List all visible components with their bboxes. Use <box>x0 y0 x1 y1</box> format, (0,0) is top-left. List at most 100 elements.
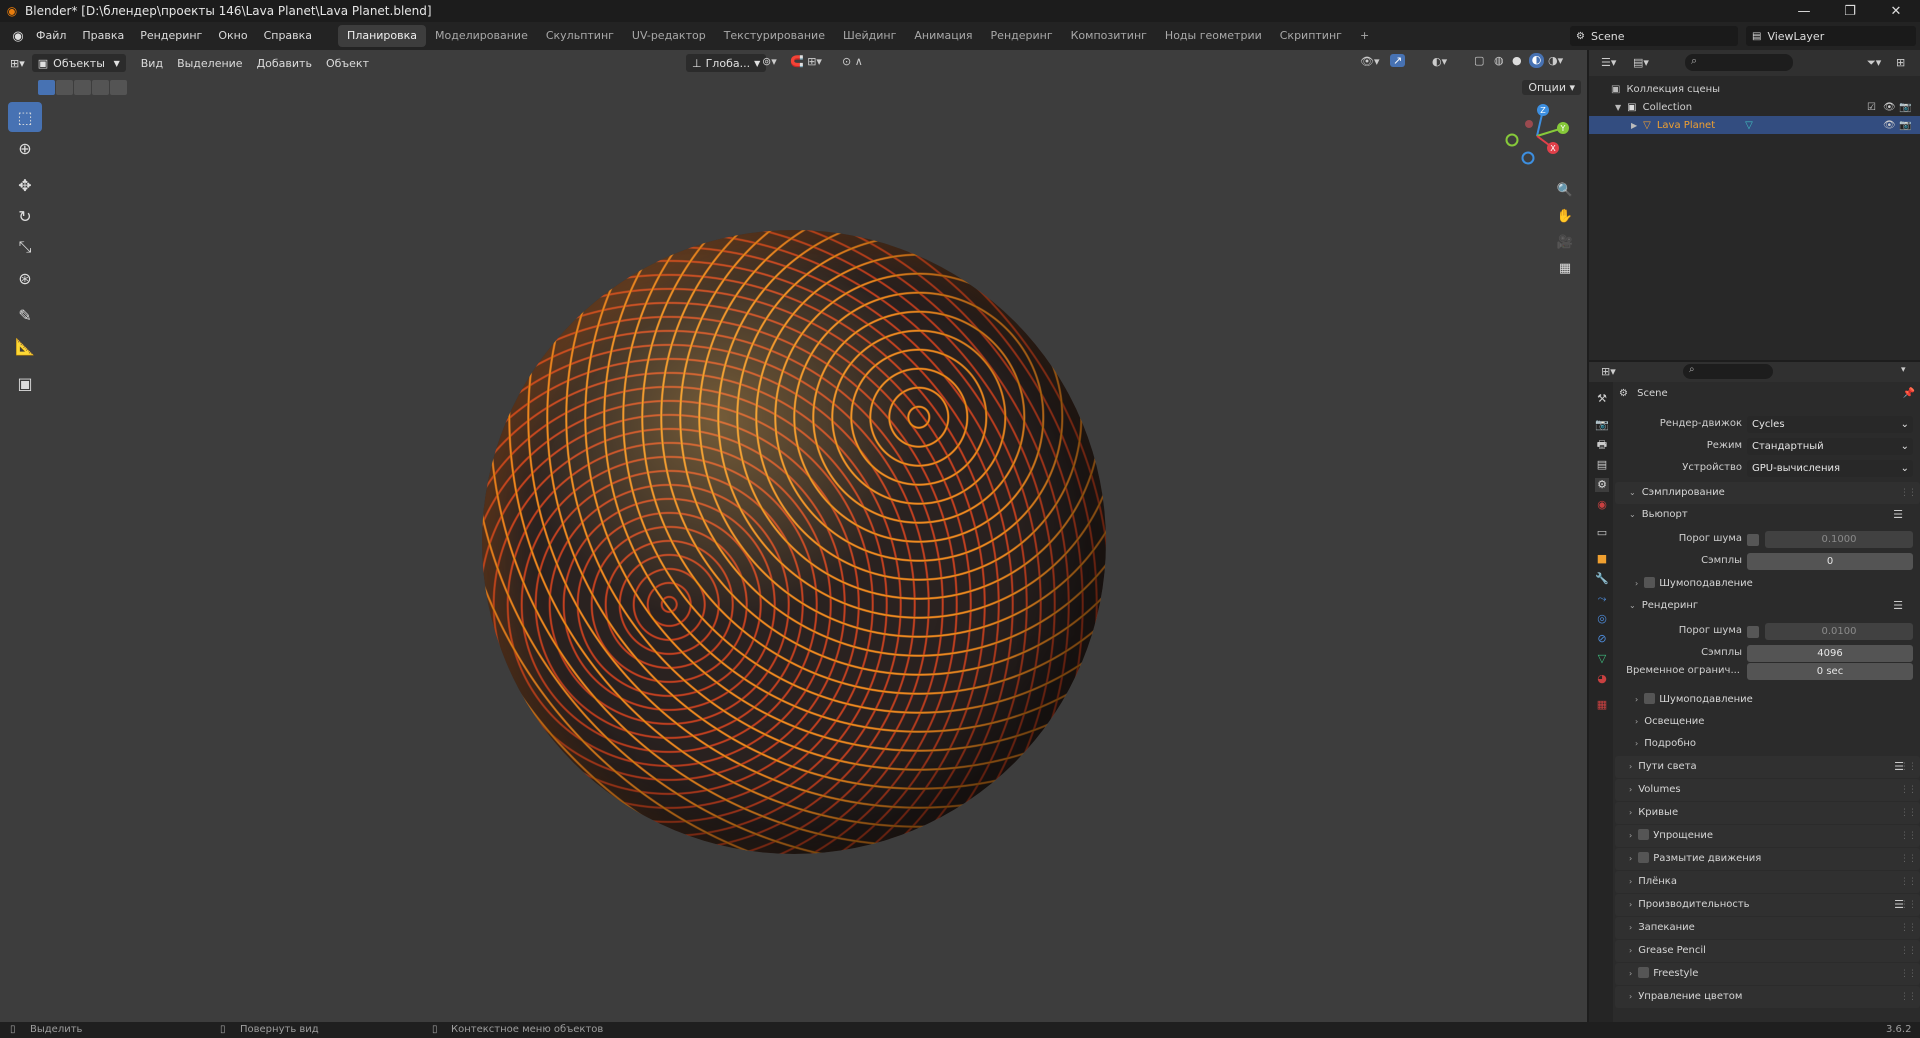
rendered-shading-icon[interactable]: ◑▾ <box>1548 54 1563 67</box>
pan-hand-icon[interactable]: ✋ <box>1553 204 1577 228</box>
tab-animation[interactable]: Анимация <box>905 25 981 47</box>
expand-arrow-icon[interactable]: ▼ <box>1615 103 1621 112</box>
add-workspace-button[interactable]: + <box>1351 25 1378 47</box>
menu-render[interactable]: Рендеринг <box>132 22 210 50</box>
navigation-gizmo[interactable]: Z Y X <box>1502 98 1572 168</box>
solid-shading-icon[interactable]: ● <box>1512 54 1522 67</box>
mode-dropdown[interactable]: ▣ Объекты ▼ <box>31 54 126 72</box>
transform-tool-icon[interactable]: ⊛ <box>8 263 42 293</box>
device-dropdown[interactable]: GPU-вычисления ⌄ <box>1747 460 1913 477</box>
render-engine-dropdown[interactable]: Cycles ⌄ <box>1747 416 1913 433</box>
display-mode-icon[interactable]: ▤▾ <box>1633 56 1649 69</box>
select-box-tool-icon[interactable]: ⬚ <box>8 102 42 132</box>
gizmo-neg-x-axis[interactable] <box>1525 120 1533 128</box>
proportional-edit-icon[interactable]: ⊙ ∧ <box>842 55 863 68</box>
mesh-data-icon[interactable]: ▽ <box>1745 120 1753 131</box>
zoom-icon[interactable]: 🔍 <box>1553 178 1577 202</box>
viewport-noise-threshold-field[interactable]: 0.1000 <box>1765 531 1913 548</box>
viewport-samples-field[interactable]: 0 <box>1747 553 1913 570</box>
drag-handle-icon[interactable]: ⋮⋮ <box>1900 871 1917 893</box>
tab-rendering[interactable]: Рендеринг <box>982 25 1062 47</box>
scale-tool-icon[interactable]: ⤡ <box>8 232 42 262</box>
tab-texture-paint[interactable]: Текстурирование <box>715 25 834 47</box>
scene-tab-icon[interactable]: ⚙ <box>1595 478 1609 492</box>
select-new-icon[interactable] <box>38 80 55 95</box>
pivot-icon[interactable]: ⊚▾ <box>762 55 777 68</box>
menu-select[interactable]: Выделение <box>170 57 250 70</box>
output-tab-icon[interactable]: 🖶 <box>1595 438 1609 452</box>
select-subtract-icon[interactable] <box>74 80 91 95</box>
gizmo-neg-z-axis[interactable] <box>1521 151 1535 165</box>
menu-file[interactable]: Файл <box>28 22 74 50</box>
lights-subpanel[interactable]: › Освещение <box>1635 712 1920 732</box>
tab-uv-editing[interactable]: UV-редактор <box>623 25 715 47</box>
visibility-icon[interactable]: 👁▾ <box>1360 55 1380 68</box>
grease-pencil-panel[interactable]: › Grease Pencil ⋮⋮ <box>1615 940 1920 962</box>
performance-panel[interactable]: › Производительность ☰ ⋮⋮ <box>1615 894 1920 916</box>
drag-handle-icon[interactable]: ⋮⋮ <box>1900 482 1917 504</box>
drag-handle-icon[interactable]: ⋮⋮ <box>1900 940 1917 962</box>
tab-shading[interactable]: Шейдинг <box>834 25 905 47</box>
options-dropdown[interactable]: Опции ▾ <box>1522 80 1581 95</box>
render-samples-field[interactable]: 4096 <box>1747 645 1913 662</box>
denoise-checkbox[interactable] <box>1644 577 1656 588</box>
expand-arrow-icon[interactable]: ▶ <box>1631 121 1637 130</box>
render-camera-icon[interactable]: 📷 <box>1899 120 1911 131</box>
transform-orientation-dropdown[interactable]: ⊥ Глоба... ▼ <box>686 54 767 72</box>
drag-handle-icon[interactable]: ⋮⋮ <box>1900 917 1917 939</box>
motion-blur-checkbox[interactable] <box>1638 852 1650 863</box>
menu-object[interactable]: Объект <box>319 57 376 70</box>
collection-tab-icon[interactable]: ▭ <box>1595 526 1609 540</box>
camera-view-icon[interactable]: 🎥 <box>1553 230 1577 254</box>
measure-tool-icon[interactable]: 📐 <box>8 331 42 361</box>
tab-geometry-nodes[interactable]: Ноды геометрии <box>1156 25 1271 47</box>
bake-panel[interactable]: › Запекание ⋮⋮ <box>1615 917 1920 939</box>
tool-tab-icon[interactable]: ⚒ <box>1595 392 1609 406</box>
drag-handle-icon[interactable]: ⋮⋮ <box>1900 825 1917 847</box>
tab-modeling[interactable]: Моделирование <box>426 25 537 47</box>
lava-planet-sphere[interactable] <box>482 230 1106 854</box>
drag-handle-icon[interactable]: ⋮⋮ <box>1900 986 1917 1008</box>
view-layer-selector[interactable]: ▤ ViewLayer <box>1746 26 1916 46</box>
menu-view[interactable]: Вид <box>134 57 170 70</box>
render-noise-threshold-field[interactable]: 0.0100 <box>1765 623 1913 640</box>
exclude-checkbox-icon[interactable]: ☑ <box>1867 102 1876 113</box>
noise-threshold-checkbox[interactable] <box>1747 534 1759 546</box>
drag-handle-icon[interactable]: ⋮⋮ <box>1900 848 1917 870</box>
select-invert-icon[interactable] <box>92 80 109 95</box>
color-management-panel[interactable]: › Управление цветом ⋮⋮ <box>1615 986 1920 1008</box>
drag-handle-icon[interactable]: ⋮⋮ <box>1900 779 1917 801</box>
constraints-tab-icon[interactable]: ⊘ <box>1595 632 1609 646</box>
simplify-checkbox[interactable] <box>1638 829 1650 840</box>
minimize-button[interactable]: — <box>1781 0 1827 22</box>
view-layer-tab-icon[interactable]: ▤ <box>1595 458 1609 472</box>
new-collection-icon[interactable]: ⊞ <box>1896 56 1905 69</box>
curves-panel[interactable]: › Кривые ⋮⋮ <box>1615 802 1920 824</box>
wireframe-shading-icon[interactable]: ◍ <box>1494 54 1504 67</box>
film-panel[interactable]: › Плёнка ⋮⋮ <box>1615 871 1920 893</box>
feature-set-dropdown[interactable]: Стандартный ⌄ <box>1747 438 1913 455</box>
modifier-tab-icon[interactable]: 🔧 <box>1595 572 1609 586</box>
material-tab-icon[interactable]: ◕ <box>1595 672 1609 686</box>
maximize-button[interactable]: ❐ <box>1827 0 1873 22</box>
outliner-search-input[interactable]: ⌕ <box>1685 54 1793 71</box>
drag-handle-icon[interactable]: ⋮⋮ <box>1900 963 1917 985</box>
time-limit-field[interactable]: 0 sec <box>1747 663 1913 680</box>
viewport-denoise-subpanel[interactable]: › Шумоподавление <box>1635 574 1920 594</box>
gizmo-neg-y-axis[interactable] <box>1505 133 1519 147</box>
annotate-tool-icon[interactable]: ✎ <box>8 300 42 330</box>
menu-edit[interactable]: Правка <box>74 22 132 50</box>
outliner-scene-collection[interactable]: ▣ Коллекция сцены <box>1589 80 1920 98</box>
freestyle-checkbox[interactable] <box>1638 967 1650 978</box>
simplify-panel[interactable]: › Упрощение ⋮⋮ <box>1615 825 1920 847</box>
xray-icon[interactable]: ▢ <box>1474 54 1484 67</box>
drag-handle-icon[interactable]: ⋮⋮ <box>1900 802 1917 824</box>
light-paths-panel[interactable]: › Пути света ☰ ⋮⋮ <box>1615 756 1920 778</box>
tab-scripting[interactable]: Скриптинг <box>1271 25 1351 47</box>
gizmo-toggle-icon[interactable]: ↗ <box>1390 54 1406 67</box>
freestyle-panel[interactable]: › Freestyle ⋮⋮ <box>1615 963 1920 985</box>
3d-viewport[interactable]: ⊞▾ ▣ Объекты ▼ Вид Выделение Добавить Об… <box>0 50 1587 1022</box>
drag-handle-icon[interactable]: ⋮⋮ <box>1900 894 1917 916</box>
filter-icon[interactable]: ⏷▾ <box>1867 56 1881 70</box>
world-tab-icon[interactable]: ◉ <box>1595 498 1609 512</box>
